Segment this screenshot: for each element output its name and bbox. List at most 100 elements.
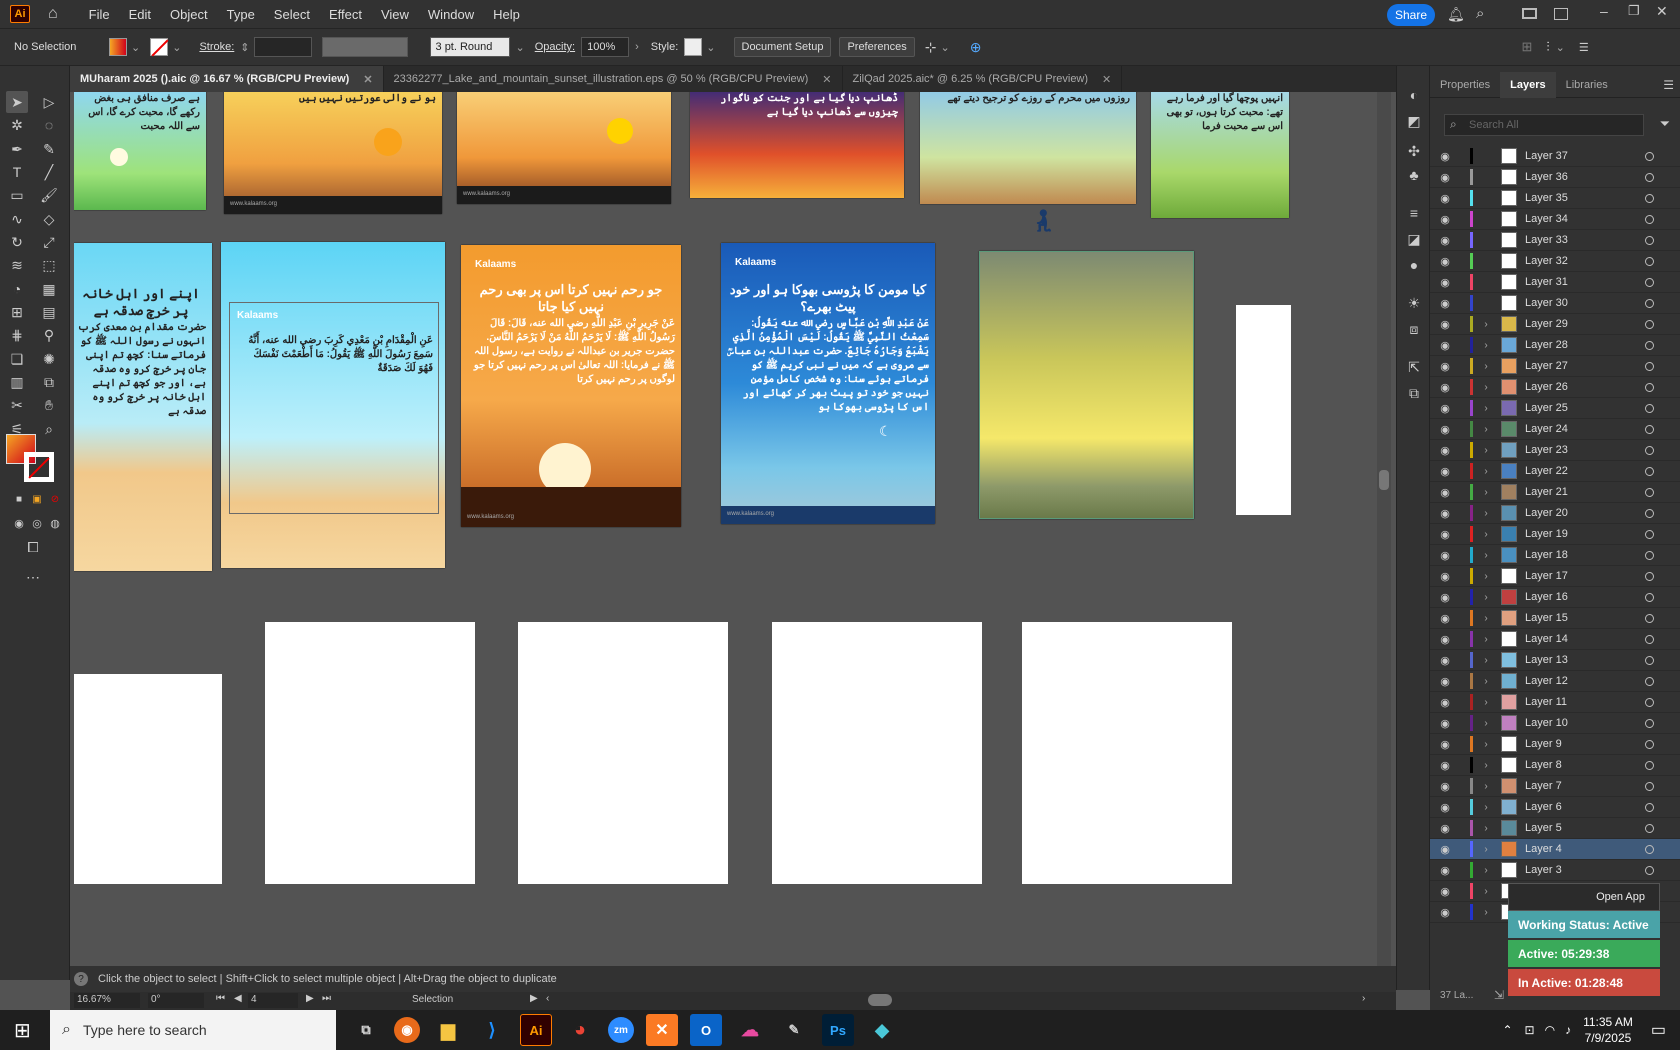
layer-row[interactable]: ◉ › Layer 13: [1430, 650, 1680, 671]
visibility-icon[interactable]: ◉: [1434, 780, 1456, 793]
target-circle-icon[interactable]: [1645, 277, 1654, 287]
layer-row[interactable]: ◉ › Layer 24: [1430, 419, 1680, 440]
draw-inside-icon[interactable]: ◍: [44, 512, 66, 534]
windows-start-icon[interactable]: ⊞: [14, 1018, 38, 1043]
live-paint-icon[interactable]: ▦: [38, 278, 60, 300]
arrange-icon[interactable]: ⊞: [1521, 39, 1532, 55]
layer-row[interactable]: ◉ › Layer 3: [1430, 860, 1680, 881]
target-circle-icon[interactable]: [1645, 613, 1654, 623]
artboard-card-3[interactable]: Kalaams جو رحم نہیں کرتا اس پر بھی رحم ن…: [461, 245, 681, 527]
expand-chevron-icon[interactable]: ›: [1479, 550, 1493, 561]
status-menu-icon[interactable]: ▶: [530, 993, 538, 1004]
layer-row[interactable]: ◉ › Layer 16: [1430, 587, 1680, 608]
menu-edit[interactable]: Edit: [129, 7, 151, 22]
eraser-icon[interactable]: ◇: [38, 208, 60, 230]
stroke-swatch[interactable]: [150, 38, 169, 57]
visibility-icon[interactable]: ◉: [1434, 297, 1456, 310]
document-tab[interactable]: 23362277_Lake_and_mountain_sunset_illust…: [384, 66, 843, 92]
magic-wand-icon[interactable]: ✲: [6, 114, 28, 136]
visibility-icon[interactable]: ◉: [1434, 549, 1456, 562]
visibility-icon[interactable]: ◉: [1434, 276, 1456, 289]
slice-tool-icon[interactable]: ✂: [6, 394, 28, 416]
visibility-icon[interactable]: ◉: [1434, 171, 1456, 184]
visibility-icon[interactable]: ◉: [1434, 486, 1456, 499]
filter-icon[interactable]: ⏷: [1660, 116, 1670, 132]
target-circle-icon[interactable]: [1645, 193, 1654, 203]
expand-chevron-icon[interactable]: ›: [1479, 907, 1493, 918]
target-circle-icon[interactable]: [1645, 760, 1654, 770]
layer-row[interactable]: ◉ › Layer 7: [1430, 776, 1680, 797]
artboard-top-4[interactable]: ڈھانپ دیا گیا ہے اور جنت کو ناگوار چیزوں…: [690, 92, 904, 198]
close-tab-icon[interactable]: ✕: [822, 73, 831, 86]
target-circle-icon[interactable]: [1645, 214, 1654, 224]
panel-menu-icon[interactable]: ⫶: [1546, 39, 1549, 55]
volume-icon[interactable]: ♪: [1565, 1023, 1571, 1037]
next-artboard-icon[interactable]: ▶: [306, 993, 314, 1004]
wifi-icon[interactable]: ◠: [1545, 1023, 1555, 1037]
expand-chevron-icon[interactable]: ›: [1479, 739, 1493, 750]
layer-row[interactable]: ◉ Layer 34: [1430, 209, 1680, 230]
horizontal-scroll-thumb[interactable]: [868, 994, 892, 1006]
expand-chevron-icon[interactable]: ›: [1479, 697, 1493, 708]
layer-row[interactable]: ◉ Layer 37: [1430, 146, 1680, 167]
layer-row[interactable]: ◉ › Layer 22: [1430, 461, 1680, 482]
expand-chevron-icon[interactable]: ›: [1479, 466, 1493, 477]
expand-chevron-icon[interactable]: ›: [1479, 718, 1493, 729]
expand-chevron-icon[interactable]: ›: [1479, 781, 1493, 792]
artboard-number-field[interactable]: 4: [248, 993, 298, 1008]
scale-tool-icon[interactable]: ⤢: [38, 231, 60, 253]
variable-width-profile[interactable]: [321, 37, 408, 57]
target-circle-icon[interactable]: [1645, 655, 1654, 665]
panel-dropdown-icon[interactable]: ⌄: [1556, 41, 1565, 54]
opacity-arrow-icon[interactable]: ›: [635, 41, 639, 53]
scroll-right-icon[interactable]: ›: [1362, 993, 1365, 1004]
target-circle-icon[interactable]: [1645, 550, 1654, 560]
visibility-icon[interactable]: ◉: [1434, 591, 1456, 604]
expand-chevron-icon[interactable]: ›: [1479, 613, 1493, 624]
close-tab-icon[interactable]: ✕: [363, 73, 372, 86]
visibility-icon[interactable]: ◉: [1434, 339, 1456, 352]
target-circle-icon[interactable]: [1645, 235, 1654, 245]
appearance-panel-icon[interactable]: ☀: [1403, 292, 1425, 314]
first-artboard-icon[interactable]: ⏮: [216, 993, 225, 1004]
expand-chevron-icon[interactable]: ›: [1479, 361, 1493, 372]
gradient-panel-icon[interactable]: ◩: [1403, 110, 1425, 132]
zoom-app-icon[interactable]: zm: [608, 1017, 634, 1043]
target-circle-icon[interactable]: [1645, 361, 1654, 371]
stroke-dropdown-icon[interactable]: ⌄: [172, 41, 181, 54]
artboard-top-1[interactable]: ہے صرف منافق ہی بغض رکھے گا، محبت کرے گا…: [74, 92, 206, 210]
recolor-icon[interactable]: ⊕: [970, 39, 982, 56]
scroll-left-icon[interactable]: ‹: [546, 993, 549, 1004]
target-circle-icon[interactable]: [1645, 781, 1654, 791]
target-circle-icon[interactable]: [1645, 592, 1654, 602]
target-circle-icon[interactable]: [1645, 340, 1654, 350]
menu-type[interactable]: Type: [227, 7, 255, 22]
stroke-panel-icon[interactable]: ≡: [1403, 202, 1425, 224]
visibility-icon[interactable]: ◉: [1434, 906, 1456, 919]
preferences-button[interactable]: Preferences: [839, 37, 915, 57]
visibility-icon[interactable]: ◉: [1434, 843, 1456, 856]
expand-chevron-icon[interactable]: ›: [1479, 886, 1493, 897]
rotation-field[interactable]: 0°: [148, 993, 204, 1008]
network-icon[interactable]: ⊡: [1525, 1023, 1535, 1037]
expand-chevron-icon[interactable]: ›: [1479, 760, 1493, 771]
blank-artboard[interactable]: [74, 674, 222, 884]
taskbar-search[interactable]: ⌕ Type here to search: [50, 1010, 336, 1050]
opacity-field[interactable]: 100%: [581, 37, 630, 57]
more-options-icon[interactable]: ☰: [1579, 41, 1589, 54]
rectangle-tool-icon[interactable]: ▭: [6, 184, 28, 206]
layer-row[interactable]: ◉ › Layer 17: [1430, 566, 1680, 587]
none-mode-icon[interactable]: ⊘: [44, 488, 66, 510]
screen-mode-icon[interactable]: ⧠: [22, 536, 44, 558]
visibility-icon[interactable]: ◉: [1434, 255, 1456, 268]
target-circle-icon[interactable]: [1645, 634, 1654, 644]
target-circle-icon[interactable]: [1645, 319, 1654, 329]
pen-tool-icon[interactable]: ✒: [6, 138, 28, 160]
type-tool-icon[interactable]: T: [6, 161, 28, 183]
restore-icon[interactable]: ❐: [1628, 3, 1640, 19]
target-circle-icon[interactable]: [1645, 529, 1654, 539]
transparency-panel-icon[interactable]: ●: [1403, 254, 1425, 276]
artboards-panel-icon[interactable]: ⧉: [1403, 382, 1425, 404]
shaper-icon[interactable]: ∿: [6, 208, 28, 230]
layer-row[interactable]: ◉ › Layer 12: [1430, 671, 1680, 692]
